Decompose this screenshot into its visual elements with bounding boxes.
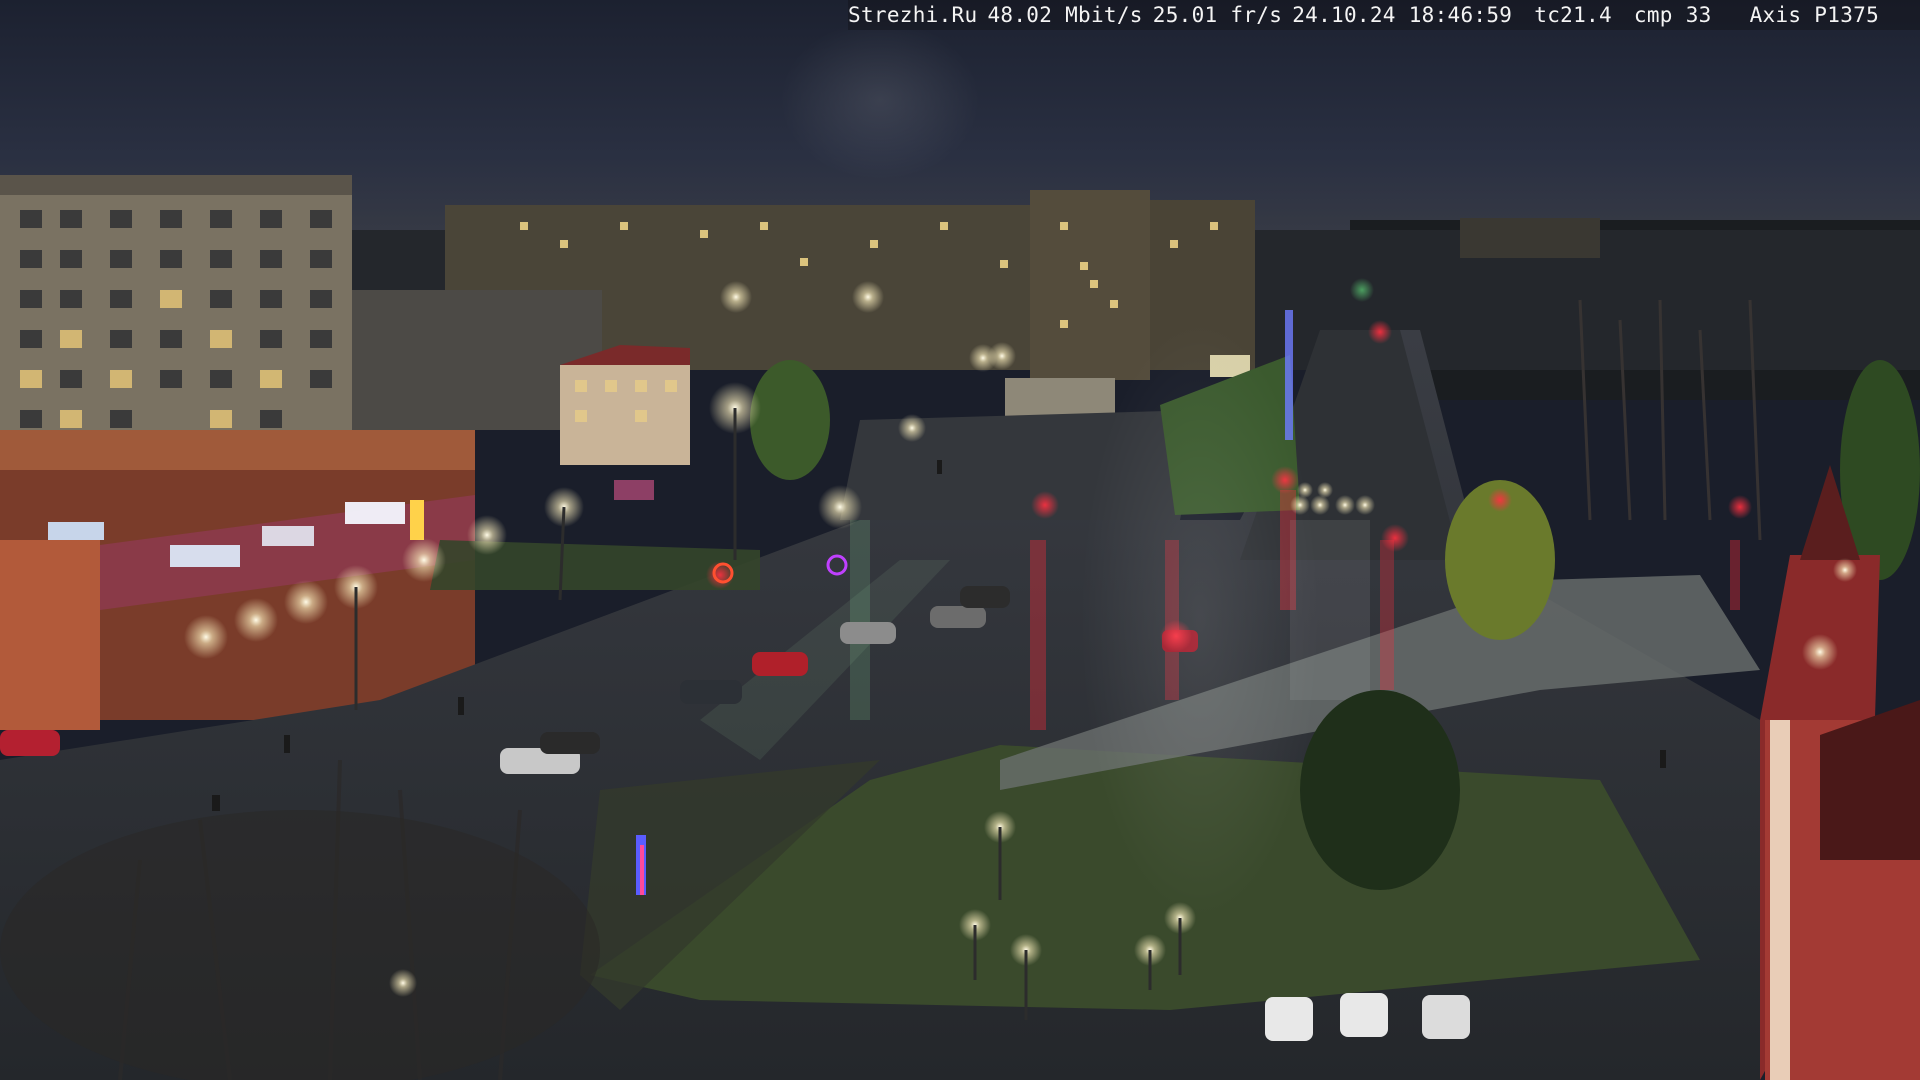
osd-framerate: 25.01 fr/s: [1152, 3, 1283, 27]
osd-tc: tc21.4: [1534, 3, 1612, 27]
osd-datetime: 24.10.24 18:46:59: [1292, 3, 1513, 27]
osd-bitrate: 48.02 Mbit/s: [987, 3, 1143, 27]
street-scene: [0, 0, 1920, 1080]
osd-camera-model: Axis P1375: [1749, 3, 1880, 27]
osd-cmp: cmp 33: [1633, 3, 1712, 27]
camera-osd-overlay: Strezhi.Ru 48.02 Mbit/s 25.01 fr/s 24.10…: [848, 0, 1920, 30]
shopping-mall: [0, 430, 475, 730]
lens-flare: [1080, 320, 1320, 920]
camera-frame: Strezhi.Ru 48.02 Mbit/s 25.01 fr/s 24.10…: [0, 0, 1920, 1080]
red-roof-building: [560, 345, 690, 465]
osd-site: Strezhi.Ru: [848, 3, 978, 27]
